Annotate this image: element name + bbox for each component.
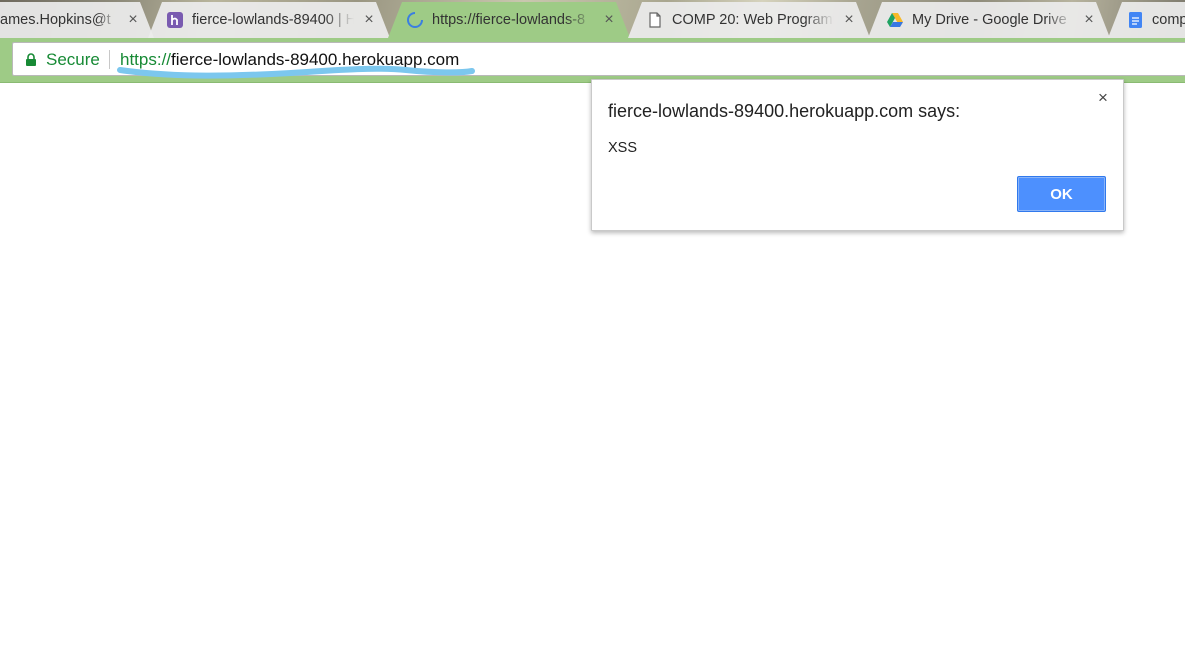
- alert-dialog: fierce-lowlands-89400.herokuapp.com says…: [591, 79, 1124, 231]
- tab-title: COMP 20: Web Programm: [672, 12, 834, 28]
- tab-google-drive[interactable]: My Drive - Google Drive ×: [868, 2, 1110, 38]
- tab-close-icon[interactable]: ×: [600, 11, 618, 29]
- google-docs-icon: [1126, 11, 1144, 29]
- tab-title: https://fierce-lowlands-8: [432, 12, 586, 28]
- secure-label[interactable]: Secure: [46, 50, 100, 70]
- tab-title: My Drive - Google Drive: [912, 12, 1067, 28]
- tab-heroku-dashboard[interactable]: fierce-lowlands-89400 | H ×: [148, 2, 390, 38]
- google-drive-icon: [886, 11, 904, 29]
- tab-strip: ames.Hopkins@t × fierce-lowlands-89400 |…: [0, 0, 1185, 38]
- dialog-message: XSS: [608, 140, 638, 156]
- loading-spinner-icon: [406, 11, 424, 29]
- highlight-scribble: [117, 65, 475, 79]
- tab-title: fierce-lowlands-89400 | H: [192, 12, 354, 28]
- tab-comp20[interactable]: COMP 20: Web Programm ×: [628, 2, 870, 38]
- document-icon: [646, 11, 664, 29]
- tab-google-doc[interactable]: comp: [1108, 2, 1185, 38]
- tab-email[interactable]: ames.Hopkins@t ×: [0, 2, 154, 38]
- tab-active-site[interactable]: https://fierce-lowlands-8 ×: [388, 2, 630, 38]
- tab-title: ames.Hopkins@t: [0, 12, 111, 28]
- ok-button[interactable]: OK: [1017, 176, 1106, 212]
- tab-close-icon[interactable]: ×: [124, 11, 142, 29]
- tab-close-icon[interactable]: ×: [840, 11, 858, 29]
- tab-close-icon[interactable]: ×: [1080, 11, 1098, 29]
- tab-title: comp: [1152, 12, 1185, 28]
- close-icon[interactable]: ×: [1093, 88, 1113, 108]
- browser-toolbar: Secure https://fierce-lowlands-89400.her…: [0, 38, 1185, 83]
- tab-close-icon[interactable]: ×: [360, 11, 378, 29]
- heroku-icon: [166, 11, 184, 29]
- dialog-title: fierce-lowlands-89400.herokuapp.com says…: [608, 101, 961, 121]
- omnibox-divider: [109, 50, 110, 69]
- lock-icon[interactable]: [25, 53, 37, 66]
